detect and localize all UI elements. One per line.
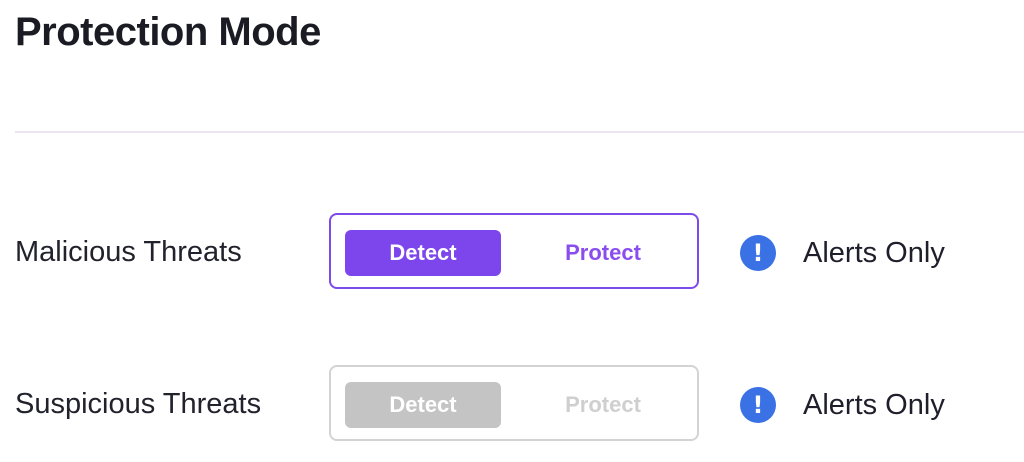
suspicious-status-text: Alerts Only bbox=[803, 389, 945, 421]
malicious-threats-mode-toggle: Detect Protect bbox=[329, 213, 699, 289]
suspicious-status: ! Alerts Only bbox=[740, 385, 945, 425]
suspicious-threats-mode-toggle: Detect Protect bbox=[329, 365, 699, 441]
suspicious-detect-option: Detect bbox=[345, 382, 501, 428]
info-icon[interactable]: ! bbox=[740, 235, 776, 271]
divider bbox=[15, 131, 1024, 133]
malicious-status-text: Alerts Only bbox=[803, 237, 945, 269]
suspicious-threats-label: Suspicious Threats bbox=[15, 388, 262, 420]
malicious-status: ! Alerts Only bbox=[740, 233, 945, 273]
malicious-protect-option[interactable]: Protect bbox=[525, 230, 681, 276]
info-icon[interactable]: ! bbox=[740, 387, 776, 423]
page-title: Protection Mode bbox=[15, 10, 321, 54]
malicious-threats-label: Malicious Threats bbox=[15, 236, 242, 268]
suspicious-protect-option: Protect bbox=[565, 392, 641, 417]
malicious-detect-option[interactable]: Detect bbox=[345, 230, 501, 276]
suspicious-threats-row: Suspicious Threats Detect Protect ! Aler… bbox=[0, 364, 1024, 444]
malicious-threats-row: Malicious Threats Detect Protect ! Alert… bbox=[0, 212, 1024, 292]
protection-mode-panel: Protection Mode Malicious Threats Detect… bbox=[0, 0, 1024, 462]
